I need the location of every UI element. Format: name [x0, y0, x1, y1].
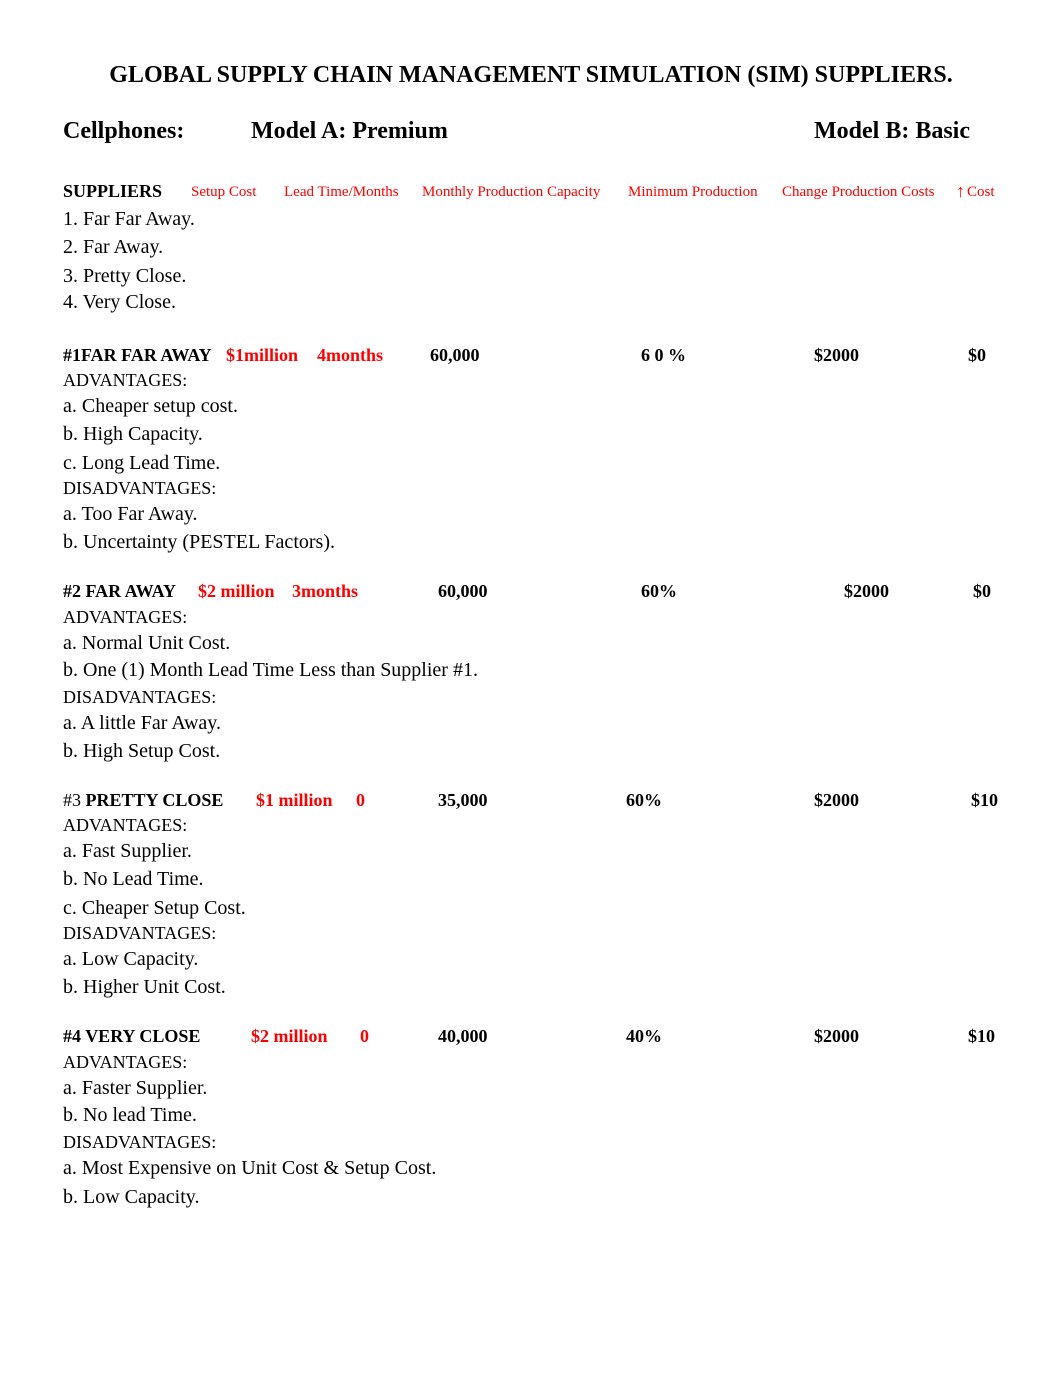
up-arrow-icon: ↑ [956, 181, 965, 201]
advantage-item: b. High Capacity. [63, 423, 203, 445]
min-production-value: 6 0 % [641, 345, 686, 365]
disadvantages-label: DISADVANTAGES: [63, 923, 217, 943]
advantages-label: ADVANTAGES: [63, 815, 188, 835]
column-monthly-capacity: Monthly Production Capacity [422, 184, 601, 200]
supplier-title: #4 VERY CLOSE [63, 1027, 200, 1045]
change-cost-value: $2000 [814, 345, 859, 365]
column-minimum-production: Minimum Production [628, 184, 758, 200]
supplier-number: #2 [63, 581, 81, 601]
supplier-name: FAR AWAY [85, 581, 177, 601]
disadvantage-item: a. Low Capacity. [63, 948, 199, 970]
advantages-label: ADVANTAGES: [63, 607, 188, 627]
supplier-number: #1 [63, 345, 81, 365]
advantage-item: a. Cheaper setup cost. [63, 395, 238, 417]
advantage-item: c. Long Lead Time. [63, 452, 221, 474]
lead-time-value: 0 [356, 790, 365, 810]
supplier-list-item: 4. Very Close. [63, 291, 176, 313]
cost-increase-value: $10 [968, 1026, 995, 1046]
supplier-list-item: 2. Far Away. [63, 236, 164, 258]
capacity-value: 40,000 [438, 1026, 488, 1046]
disadvantage-item: a. Most Expensive on Unit Cost & Setup C… [63, 1157, 437, 1179]
advantage-item: a. Faster Supplier. [63, 1077, 208, 1099]
min-production-value: 60% [626, 790, 662, 810]
supplier-list-item: 1. Far Far Away. [63, 208, 195, 230]
advantage-item: c. Cheaper Setup Cost. [63, 897, 246, 919]
model-a-label: Model A: Premium [251, 118, 448, 144]
setup-cost-value: $2 million [251, 1026, 328, 1046]
disadvantage-item: b. Low Capacity. [63, 1186, 200, 1208]
lead-time-value: 4months [317, 345, 384, 365]
supplier-name: VERY CLOSE [85, 1026, 201, 1046]
model-b-label: Model B: Basic [814, 118, 970, 144]
advantage-item: b. No Lead Time. [63, 868, 204, 890]
advantages-label: ADVANTAGES: [63, 1052, 188, 1072]
setup-cost-value: $1 million [256, 790, 333, 810]
supplier-name: FAR FAR AWAY [81, 345, 212, 365]
advantage-item: a. Fast Supplier. [63, 840, 192, 862]
capacity-value: 60,000 [438, 581, 488, 601]
setup-cost-value: $2 million [198, 581, 275, 601]
document-title: GLOBAL SUPPLY CHAIN MANAGEMENT SIMULATIO… [109, 62, 953, 88]
cost-increase-value: $0 [973, 581, 991, 601]
capacity-value: 60,000 [430, 345, 480, 365]
column-setup-cost: Setup Cost [191, 184, 257, 200]
cost-increase-value: $10 [971, 790, 998, 810]
supplier-number: #3 [63, 790, 81, 810]
cost-increase-value: $0 [968, 345, 986, 365]
disadvantage-item: b. Higher Unit Cost. [63, 976, 226, 998]
disadvantage-item: a. A little Far Away. [63, 712, 221, 734]
advantages-label: ADVANTAGES: [63, 370, 188, 390]
product-label: Cellphones: [63, 118, 185, 144]
change-cost-value: $2000 [844, 581, 889, 601]
disadvantages-label: DISADVANTAGES: [63, 1132, 217, 1152]
supplier-name: PRETTY CLOSE [85, 790, 224, 810]
supplier-list-item: 3. Pretty Close. [63, 265, 187, 287]
lead-time-value: 0 [360, 1026, 369, 1046]
advantage-item: b. No lead Time. [63, 1104, 197, 1126]
setup-cost-value: $1million [226, 345, 299, 365]
supplier-title: #3 PRETTY CLOSE [63, 791, 223, 809]
column-change-production-costs: Change Production Costs [782, 184, 935, 200]
change-cost-value: $2000 [814, 790, 859, 810]
change-cost-value: $2000 [814, 1026, 859, 1046]
capacity-value: 35,000 [438, 790, 488, 810]
disadvantage-item: b. High Setup Cost. [63, 740, 221, 762]
column-lead-time: Lead Time/Months [284, 184, 399, 200]
lead-time-value: 3months [292, 581, 359, 601]
advantage-item: a. Normal Unit Cost. [63, 632, 231, 654]
disadvantages-label: DISADVANTAGES: [63, 478, 217, 498]
suppliers-header: SUPPLIERS [63, 181, 163, 201]
min-production-value: 40% [626, 1026, 662, 1046]
supplier-title: #1FAR FAR AWAY [63, 346, 212, 364]
disadvantage-item: b. Uncertainty (PESTEL Factors). [63, 531, 335, 553]
min-production-value: 60% [641, 581, 677, 601]
disadvantage-item: a. Too Far Away. [63, 503, 198, 525]
supplier-number: #4 [63, 1026, 81, 1046]
advantage-item: b. One (1) Month Lead Time Less than Sup… [63, 659, 478, 681]
disadvantages-label: DISADVANTAGES: [63, 687, 217, 707]
supplier-title: #2 FAR AWAY [63, 582, 176, 600]
column-cost: Cost [967, 184, 995, 200]
